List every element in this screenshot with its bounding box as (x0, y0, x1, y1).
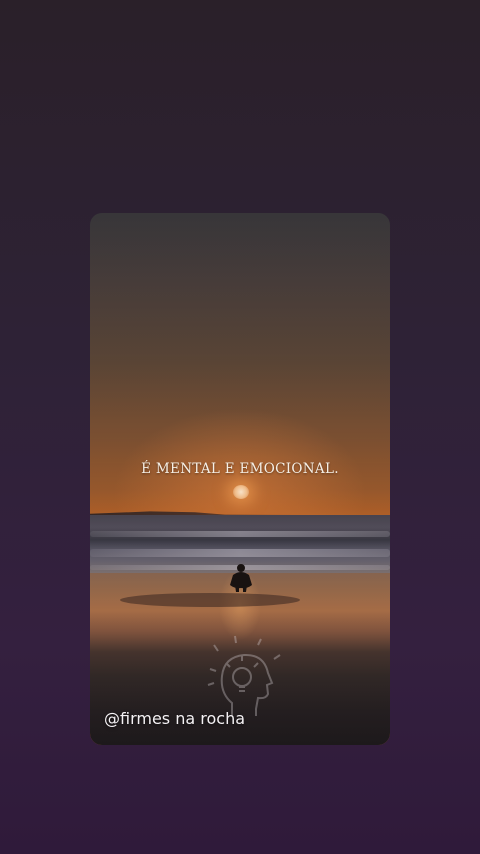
username-handle[interactable]: @firmes na rocha (104, 709, 245, 728)
app-background: { "story": { "quote_text": "É MENTAL E E… (0, 0, 480, 854)
quote-text: É MENTAL E EMOCIONAL. (141, 461, 339, 477)
story-media-card[interactable]: É MENTAL E EMOCIONAL. @firmes na rocha (90, 213, 390, 745)
